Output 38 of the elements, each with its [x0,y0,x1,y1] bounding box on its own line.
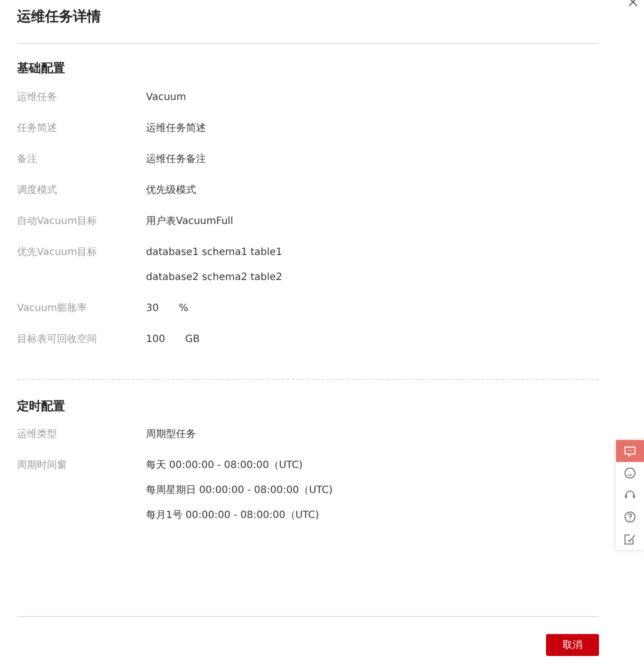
field-value: 每周星期日 00:00:00 - 08:00:00（UTC) [146,484,333,498]
field-value: 运维任务简述 [146,122,206,136]
edit-icon [624,533,636,545]
field-label: Vacuum膨胀率 [17,302,88,316]
chat-icon [624,445,636,457]
field-label: 运维任务 [17,90,58,105]
field-value: 每天 00:00:00 - 08:00:00（UTC) [146,459,303,473]
toolbar-button[interactable] [616,440,644,462]
field-value: database2 schema2 table2 [146,271,282,285]
field-value: 用户表VacuumFull [146,214,234,229]
toolbar-button[interactable] [616,528,644,550]
unit-label: GB [185,333,200,347]
field-value: 每月1号 00:00:00 - 08:00:00（UTC) [146,509,320,523]
field-value: 优先级模式 [146,184,196,198]
field-value: Vacuum [146,91,186,105]
close-icon[interactable] [628,0,638,7]
toolbar-button[interactable] [616,462,644,484]
field-label: 调度模式 [17,184,58,198]
field-label: 目标表可回收空间 [17,332,98,347]
field-label: 任务简述 [17,122,58,136]
field-label: 运维类型 [17,428,58,442]
help-icon [624,511,636,523]
section-title: 基础配置 [17,60,66,76]
dialog-title: 运维任务详情 [17,8,102,26]
field-label: 优先Vacuum目标 [17,246,98,260]
field-label: 周期时间窗 [17,458,68,473]
field-value: 周期型任务 [146,428,196,442]
cancel-button[interactable]: 取消 [546,634,599,656]
field-value: database1 schema1 table1 [146,246,282,260]
field-label: 备注 [17,152,38,167]
unit-label: % [178,302,188,316]
field-value: 30 [146,302,159,316]
field-label: 自动Vacuum目标 [17,214,98,229]
smiley-icon [624,467,636,479]
headset-icon [624,489,636,501]
field-value: 100 [146,333,166,347]
field-value: 运维任务备注 [146,152,206,167]
section-title: 定时配置 [17,398,66,414]
